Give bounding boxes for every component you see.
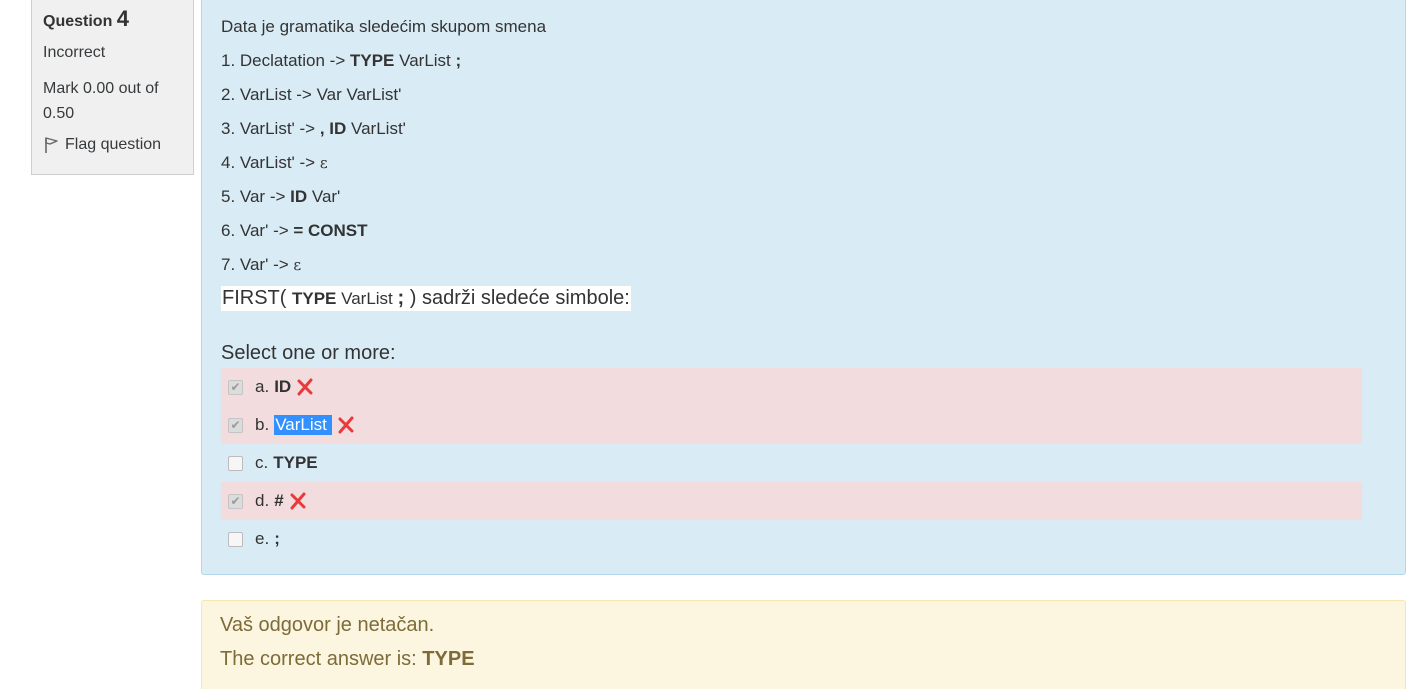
answer-checkbox[interactable]: ✔ — [228, 493, 243, 509]
answer-checkbox[interactable]: ✔ — [228, 379, 243, 395]
answer-option-e[interactable]: e. ; — [221, 520, 1362, 558]
flag-icon — [43, 136, 59, 154]
answer-option-c[interactable]: c. TYPE — [221, 444, 1362, 482]
epsilon-symbol: ε — [319, 154, 328, 172]
grammar-rule: 7. Var' -> ε — [221, 255, 302, 274]
first-set-question: FIRST( TYPE VarList ; ) sadrži sledeće s… — [221, 286, 631, 311]
question-number-value: 4 — [116, 6, 130, 31]
grammar-rule: 3. VarList' -> , ID VarList' — [221, 119, 406, 138]
general-feedback: Vaš odgovor je netačan. — [220, 614, 435, 636]
question-label: Question — [43, 13, 113, 30]
question-number: Question 4 — [43, 6, 183, 32]
question-info-panel: Question 4 Incorrect Mark 0.00 out of 0.… — [31, 0, 194, 175]
answer-list: ✔ a. ID ✔ b. VarList c. TYPE ✔ d. # e. ; — [221, 368, 1362, 558]
flag-question-label: Flag question — [65, 136, 162, 153]
answer-option-b[interactable]: ✔ b. VarList — [221, 406, 1362, 444]
answer-prompt: Select one or more: — [221, 342, 396, 364]
flag-question-link[interactable]: Flag question — [43, 136, 183, 154]
answer-option-a[interactable]: ✔ a. ID — [221, 368, 1362, 406]
grammar-rule: 4. VarList' -> ε — [221, 153, 328, 172]
answer-checkbox[interactable] — [228, 531, 243, 547]
question-grade: Mark 0.00 out of 0.50 — [43, 80, 159, 122]
incorrect-cross-icon — [296, 378, 314, 396]
correct-answer-text: The correct answer is: TYPE — [220, 648, 475, 670]
grammar-rule: 2. VarList -> Var VarList' — [221, 85, 402, 104]
selected-text: VarList — [274, 415, 332, 435]
question-intro: Data je gramatika sledećim skupom smena — [221, 17, 547, 36]
question-text: Data je gramatika sledećim skupom smena … — [221, 16, 546, 288]
answer-checkbox[interactable] — [228, 455, 243, 471]
feedback-panel: Vaš odgovor je netačan. The correct answ… — [201, 600, 1406, 689]
grammar-rule: 5. Var -> ID Var' — [221, 187, 341, 206]
incorrect-cross-icon — [289, 492, 307, 510]
epsilon-symbol: ε — [293, 256, 302, 274]
answer-checkbox[interactable]: ✔ — [228, 417, 243, 433]
grammar-rule: 6. Var' -> = CONST — [221, 221, 368, 240]
correct-answer-value: TYPE — [422, 648, 475, 670]
answer-option-d[interactable]: ✔ d. # — [221, 482, 1362, 520]
question-state: Incorrect — [43, 44, 106, 61]
grammar-rule: 1. Declatation -> TYPE VarList ; — [221, 51, 462, 70]
incorrect-cross-icon — [337, 416, 355, 434]
question-formulation: Data je gramatika sledećim skupom smena … — [201, 0, 1406, 575]
